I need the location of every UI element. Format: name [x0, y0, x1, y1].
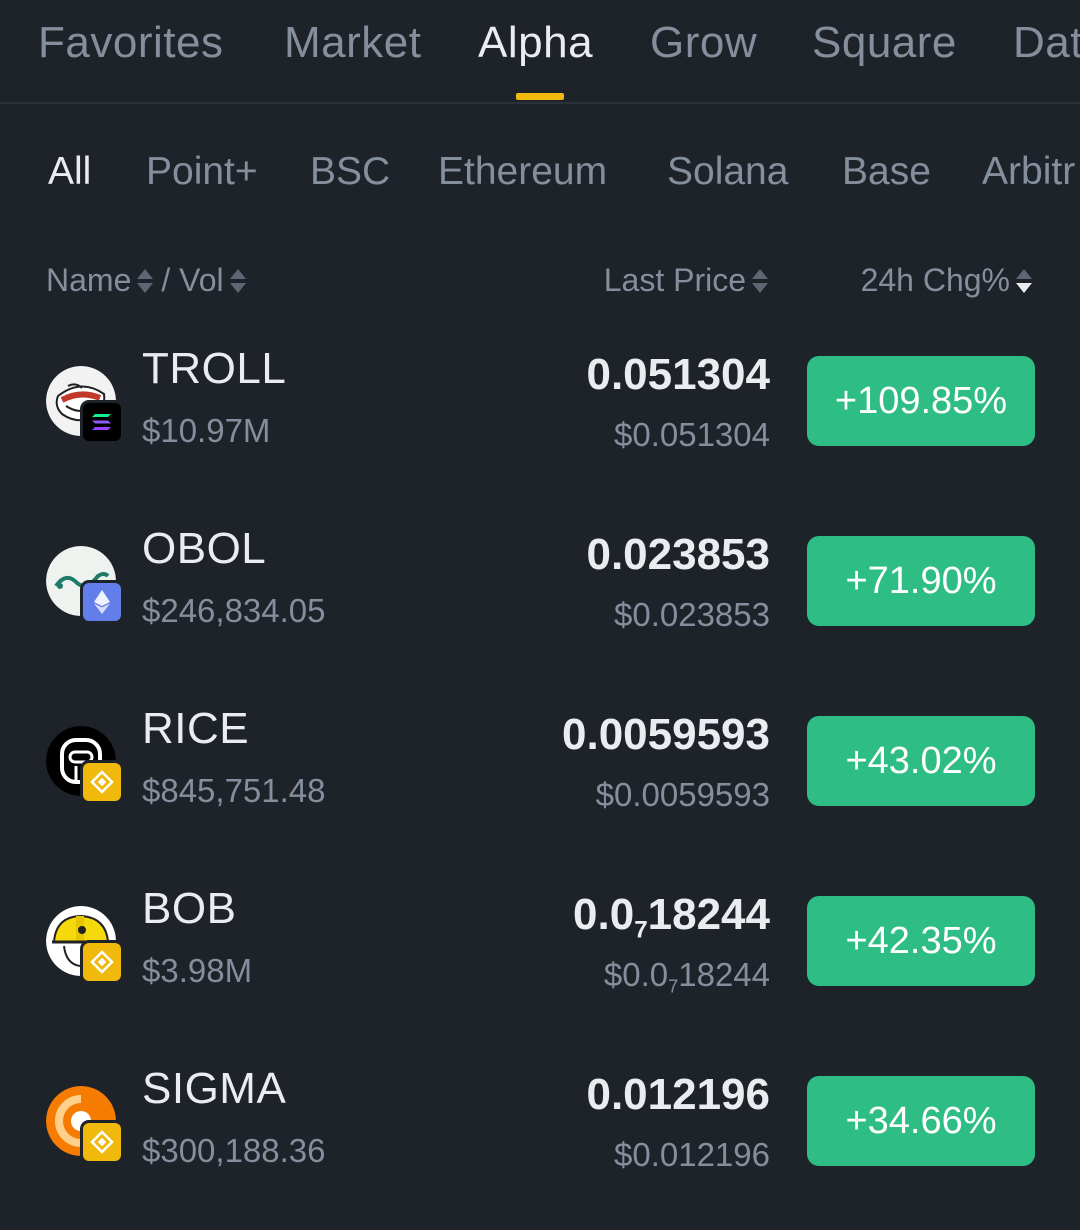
header-change-label: 24h Chg%: [860, 262, 1010, 298]
sort-arrows-icon: [752, 268, 768, 293]
solana-icon: [80, 400, 124, 444]
header-last-price-label: Last Price: [603, 262, 746, 298]
change-badge[interactable]: +109.85%: [807, 356, 1035, 446]
bnb-chain-icon: [80, 760, 124, 804]
sort-name-header[interactable]: Name / Vol: [46, 262, 248, 299]
token-symbol: BOB: [142, 884, 237, 933]
token-symbol: OBOL: [142, 524, 267, 573]
token-last-price: 0.051304: [586, 350, 770, 399]
token-last-price: 0.0718244: [573, 890, 770, 944]
sort-last-price-header[interactable]: Last Price: [604, 262, 770, 299]
chain-filter-base[interactable]: Base: [842, 150, 931, 194]
obol-wave-icon: [46, 546, 124, 624]
chain-filter-all[interactable]: All: [48, 150, 91, 194]
chain-filter-bsc[interactable]: BSC: [310, 150, 390, 194]
tab-grow[interactable]: Grow: [650, 18, 757, 68]
tab-market[interactable]: Market: [284, 18, 421, 68]
change-badge[interactable]: +43.02%: [807, 716, 1035, 806]
tab-favorites[interactable]: Favorites: [38, 18, 223, 68]
chain-filter-arbitrum[interactable]: Arbitr: [982, 150, 1075, 194]
token-row-obol[interactable]: OBOL $246,834.05 0.023853 $0.023853 +71.…: [0, 510, 1080, 690]
troll-face-icon: [46, 366, 124, 444]
token-volume: $3.98M: [142, 952, 253, 989]
chain-filter-solana[interactable]: Solana: [667, 150, 788, 194]
sort-arrows-icon: [137, 268, 154, 293]
token-price-usd: $0.0059593: [595, 776, 770, 813]
token-last-price: 0.0059593: [562, 710, 770, 759]
chain-filter-ethereum[interactable]: Ethereum: [438, 150, 607, 194]
tab-data[interactable]: Dat: [1013, 18, 1080, 68]
token-volume: $845,751.48: [142, 772, 326, 809]
ethereum-icon: [80, 580, 124, 624]
active-tab-indicator: [516, 93, 564, 100]
change-badge[interactable]: +71.90%: [807, 536, 1035, 626]
tab-alpha[interactable]: Alpha: [478, 18, 593, 68]
token-last-price: 0.023853: [586, 530, 770, 579]
token-volume: $10.97M: [142, 412, 271, 449]
token-price-usd: $0.051304: [614, 416, 770, 453]
sort-desc-icon: [1016, 268, 1032, 293]
sort-arrows-icon: [229, 268, 246, 293]
change-badge[interactable]: +34.66%: [807, 1076, 1035, 1166]
token-volume: $246,834.05: [142, 592, 326, 629]
token-row-bob[interactable]: BOB $3.98M 0.0718244 $0.0718244 +42.35%: [0, 870, 1080, 1050]
token-row-sigma[interactable]: SIGMA $300,188.36 0.012196 $0.012196 +34…: [0, 1050, 1080, 1230]
change-badge[interactable]: +42.35%: [807, 896, 1035, 986]
sigma-orange-icon: [46, 1086, 124, 1164]
chain-filter-point-plus[interactable]: Point+: [146, 150, 258, 194]
sort-change-header[interactable]: 24h Chg%: [861, 262, 1034, 299]
bnb-chain-icon: [80, 1120, 124, 1164]
token-symbol: TROLL: [142, 344, 287, 393]
header-vol-label: / Vol: [161, 262, 224, 298]
token-symbol: SIGMA: [142, 1064, 287, 1113]
token-row-troll[interactable]: TROLL $10.97M 0.051304 $0.051304 +109.85…: [0, 330, 1080, 510]
token-symbol: RICE: [142, 704, 250, 753]
token-row-rice[interactable]: RICE $845,751.48 0.0059593 $0.0059593 +4…: [0, 690, 1080, 870]
token-price-usd: $0.0718244: [603, 956, 770, 997]
top-navigation: Favorites Market Alpha Grow Square Dat: [0, 0, 1080, 104]
header-name-label: Name: [46, 262, 132, 298]
token-price-usd: $0.012196: [614, 1136, 770, 1173]
token-volume: $300,188.36: [142, 1132, 326, 1169]
builder-helmet-icon: [46, 906, 124, 984]
rice-robot-icon: [46, 726, 124, 804]
token-last-price: 0.012196: [586, 1070, 770, 1119]
token-price-usd: $0.023853: [614, 596, 770, 633]
tab-square[interactable]: Square: [812, 18, 957, 68]
bnb-chain-icon: [80, 940, 124, 984]
